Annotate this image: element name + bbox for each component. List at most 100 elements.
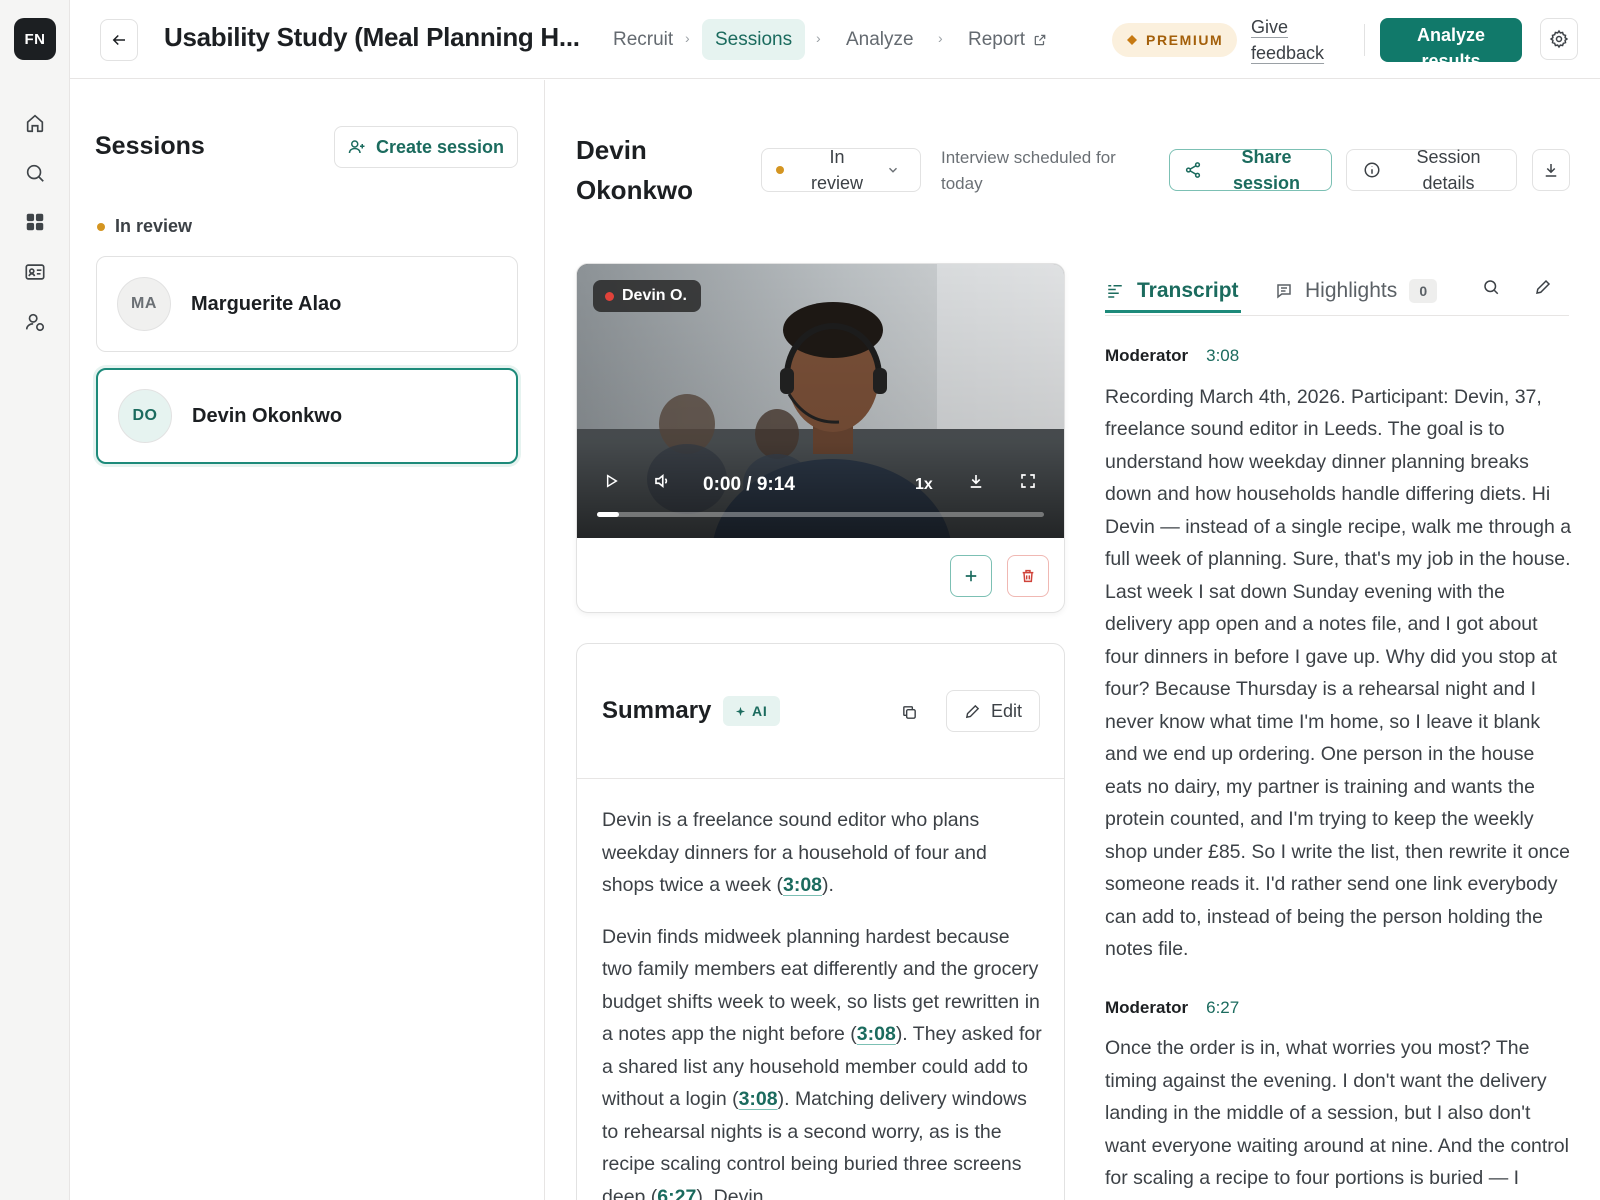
recording-dot-icon	[605, 291, 614, 301]
session-item-marguerite-alao[interactable]: MA Marguerite Alao	[96, 256, 518, 352]
premium-badge: PREMIUM	[1112, 23, 1238, 57]
analyze-results-button[interactable]: Analyze results	[1380, 18, 1522, 62]
timestamp-link[interactable]: 3:08	[1206, 340, 1239, 373]
premium-label: PREMIUM	[1146, 32, 1224, 48]
download-icon	[1545, 164, 1557, 177]
step-sessions[interactable]: Sessions	[702, 19, 806, 60]
avatar: MA	[117, 277, 171, 331]
give-feedback-link[interactable]: Give feedback	[1251, 14, 1324, 66]
participant-name: Devin Okonkwo	[576, 130, 736, 210]
speaker-name: Moderator	[1105, 997, 1189, 1017]
create-session-label: Create session	[375, 136, 505, 157]
search-icon[interactable]	[1476, 272, 1506, 302]
search-icon[interactable]	[20, 158, 50, 188]
highlights-count: 0	[1409, 279, 1438, 303]
pencil-icon[interactable]	[1528, 272, 1558, 302]
comment-icon	[1277, 284, 1291, 299]
plus-icon	[965, 570, 977, 582]
feedback-line-2: feedback	[1251, 43, 1325, 63]
summary-text: ). Devin	[696, 1185, 764, 1200]
active-tab-indicator	[1105, 310, 1241, 313]
analyze-line-1: Analyze	[1416, 25, 1486, 45]
share-session-button[interactable]: Share session	[1169, 147, 1332, 193]
share-session-label: Share session	[1212, 144, 1331, 196]
group-in-review: In review	[97, 216, 192, 237]
timestamp-link[interactable]: 3:08	[783, 874, 822, 896]
timestamp-link[interactable]: 6:27	[657, 1186, 696, 1200]
settings-button[interactable]	[1540, 18, 1578, 60]
id-card-icon[interactable]	[20, 257, 50, 287]
summary-paragraph: Devin finds midweek planning hardest bec…	[602, 921, 1042, 1200]
share-line-2: session	[1232, 173, 1301, 193]
participant-video-tag: Devin O.	[593, 280, 701, 312]
play-icon[interactable]	[603, 472, 619, 490]
video-card: Devin O. 0:00 / 9:14 1x	[576, 263, 1065, 613]
step-recruit[interactable]: Recruit	[600, 19, 686, 60]
chevron-right-icon: ›	[685, 30, 690, 46]
chevron-right-icon: ›	[938, 30, 943, 46]
step-report-label: Report	[968, 28, 1026, 50]
add-clip-button[interactable]	[950, 555, 992, 597]
back-button[interactable]	[100, 19, 138, 61]
status-line-2: review	[810, 173, 863, 193]
share-line-1: Share	[1241, 147, 1292, 167]
download-button[interactable]	[1532, 149, 1570, 191]
copy-icon[interactable]	[897, 700, 921, 724]
tab-highlights-label: Highlights	[1305, 279, 1398, 302]
video-player[interactable]: Devin O. 0:00 / 9:14 1x	[577, 264, 1064, 538]
sparkle-icon	[735, 706, 746, 716]
step-analyze[interactable]: Analyze	[833, 19, 927, 60]
delete-clip-button[interactable]	[1007, 555, 1049, 597]
step-report[interactable]: Report	[955, 19, 1060, 60]
status-dropdown[interactable]: In review	[761, 147, 921, 193]
session-name: Devin Okonkwo	[192, 404, 343, 427]
user-settings-icon[interactable]	[20, 307, 50, 337]
video-progress-bar[interactable]	[597, 512, 1044, 517]
sessions-title: Sessions	[95, 132, 205, 160]
chevron-down-icon	[889, 167, 897, 173]
summary-title: Summary	[602, 697, 712, 724]
workspace-logo[interactable]: FN	[14, 18, 56, 60]
gear-icon	[1549, 29, 1569, 49]
pencil-icon	[965, 704, 980, 718]
create-session-button[interactable]: Create session	[334, 126, 518, 168]
top-bar: Usability Study (Meal Planning H... Recr…	[70, 0, 1600, 79]
ai-badge: AI	[723, 696, 780, 726]
fullscreen-icon[interactable]	[1019, 472, 1037, 490]
details-line-1: Session	[1416, 147, 1481, 167]
timestamp-link[interactable]: 3:08	[739, 1088, 778, 1110]
session-name: Marguerite Alao	[191, 292, 342, 315]
transcript-icon	[1108, 285, 1122, 298]
transcript-text: Recording March 4th, 2026. Participant: …	[1105, 385, 1572, 961]
summary-body: Devin is a freelance sound editor who pl…	[602, 804, 1042, 1200]
volume-icon[interactable]	[653, 472, 671, 490]
session-item-devin-okonkwo[interactable]: DO Devin Okonkwo	[96, 368, 518, 464]
analyze-line-2: results	[1421, 51, 1481, 62]
download-icon[interactable]	[967, 472, 985, 490]
transcript-tabs: Transcript Highlights 0	[1105, 258, 1569, 316]
sessions-panel: Sessions Create session In review MA Mar…	[70, 80, 545, 1200]
edit-summary-button[interactable]: Edit	[946, 690, 1040, 732]
tab-highlights[interactable]: Highlights 0	[1275, 268, 1438, 314]
participant-last-name: Okonkwo	[576, 175, 694, 205]
home-icon[interactable]	[20, 108, 50, 138]
arrow-left-icon	[112, 34, 125, 46]
scheduled-note: Interview scheduled for today	[941, 148, 1116, 193]
session-details-button[interactable]: Session details	[1346, 147, 1517, 193]
timestamp-link[interactable]: 3:08	[857, 1023, 896, 1045]
playback-speed[interactable]: 1x	[915, 476, 933, 494]
transcript-entry-header: Moderator 3:08	[1105, 340, 1575, 373]
status-dot-icon	[776, 166, 784, 174]
summary-header: Summary AI Edit	[577, 644, 1064, 779]
external-link-icon	[1034, 34, 1046, 45]
timestamp-link[interactable]: 6:27	[1206, 992, 1239, 1025]
session-details-label: Session details	[1391, 144, 1516, 196]
grid-icon[interactable]	[20, 207, 50, 237]
add-user-icon	[348, 140, 365, 154]
diamond-icon	[1127, 35, 1137, 45]
participant-first-name: Devin	[576, 135, 647, 165]
tab-transcript[interactable]: Transcript	[1105, 268, 1239, 314]
status-dot-icon	[97, 222, 105, 231]
share-icon	[1185, 162, 1201, 178]
status-line-1: In	[829, 147, 845, 167]
